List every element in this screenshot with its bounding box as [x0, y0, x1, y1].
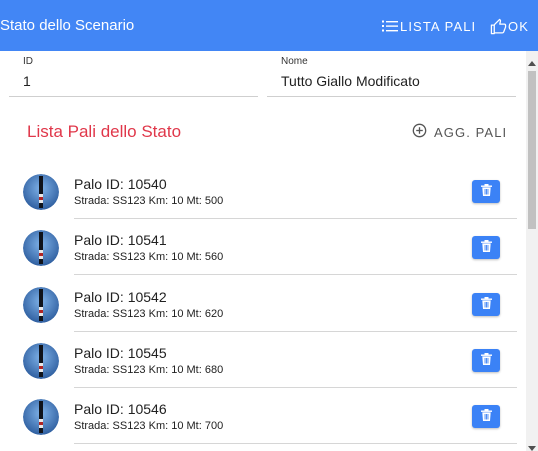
list-item[interactable]: Palo ID: 10545 Strada: SS123 Km: 10 Mt: … [0, 332, 520, 388]
palo-id: Palo ID: 10542 [74, 289, 167, 305]
palo-id: Palo ID: 10546 [74, 401, 167, 417]
trash-icon [480, 352, 492, 370]
add-pali-label: AGG. PALI [434, 124, 508, 140]
pole-avatar-icon [23, 230, 59, 266]
palo-details: Strada: SS123 Km: 10 Mt: 560 [74, 251, 224, 263]
nome-field[interactable]: Nome Tutto Giallo Modificato [267, 56, 516, 97]
nome-field-label: Nome [281, 56, 308, 67]
pole-avatar-icon [23, 343, 59, 379]
pole-avatar-icon [23, 399, 59, 435]
add-circle-icon [412, 123, 427, 141]
palo-id: Palo ID: 10540 [74, 176, 167, 192]
palo-details: Strada: SS123 Km: 10 Mt: 500 [74, 195, 224, 207]
app-toolbar: Stato dello Scenario LISTA PALI OK [0, 0, 538, 51]
trash-icon [480, 408, 492, 426]
delete-button[interactable] [472, 405, 500, 428]
page-title: Stato dello Scenario [0, 17, 135, 34]
list-item[interactable]: Palo ID: 10546 Strada: SS123 Km: 10 Mt: … [0, 388, 520, 444]
delete-button[interactable] [472, 293, 500, 316]
ok-label: OK [508, 18, 529, 34]
lista-pali-label: LISTA PALI [400, 18, 477, 34]
lista-pali-button[interactable]: LISTA PALI [382, 15, 476, 37]
nome-field-value[interactable]: Tutto Giallo Modificato [281, 72, 420, 90]
delete-button[interactable] [472, 349, 500, 372]
palo-details: Strada: SS123 Km: 10 Mt: 700 [74, 420, 224, 432]
id-field-label: ID [23, 56, 33, 67]
list-item[interactable]: Palo ID: 10541 Strada: SS123 Km: 10 Mt: … [0, 219, 520, 275]
palo-id: Palo ID: 10545 [74, 345, 167, 361]
palo-details: Strada: SS123 Km: 10 Mt: 620 [74, 308, 224, 320]
palo-id: Palo ID: 10541 [74, 232, 167, 248]
delete-button[interactable] [472, 236, 500, 259]
trash-icon [480, 296, 492, 314]
delete-button[interactable] [472, 180, 500, 203]
vertical-scrollbar[interactable] [526, 51, 538, 451]
row-divider [74, 274, 517, 275]
scroll-down-arrow-icon[interactable] [528, 439, 536, 451]
trash-icon [480, 183, 492, 201]
pole-avatar-icon [23, 287, 59, 323]
list-item[interactable]: Palo ID: 10542 Strada: SS123 Km: 10 Mt: … [0, 276, 520, 332]
section-title: Lista Pali dello Stato [27, 122, 182, 141]
row-divider [74, 443, 517, 444]
scroll-up-arrow-icon[interactable] [528, 55, 536, 66]
id-field-value[interactable]: 1 [23, 72, 31, 90]
id-field[interactable]: ID 1 [9, 56, 258, 97]
trash-icon [480, 239, 492, 257]
palo-details: Strada: SS123 Km: 10 Mt: 680 [74, 364, 224, 376]
list-item[interactable]: Palo ID: 10540 Strada: SS123 Km: 10 Mt: … [0, 163, 520, 219]
scrollbar-thumb[interactable] [528, 71, 536, 229]
add-pali-button[interactable]: AGG. PALI [412, 122, 507, 142]
list-icon [382, 19, 398, 33]
pole-avatar-icon [23, 174, 59, 210]
thumb-up-icon [490, 18, 507, 35]
ok-button[interactable]: OK [490, 15, 529, 37]
